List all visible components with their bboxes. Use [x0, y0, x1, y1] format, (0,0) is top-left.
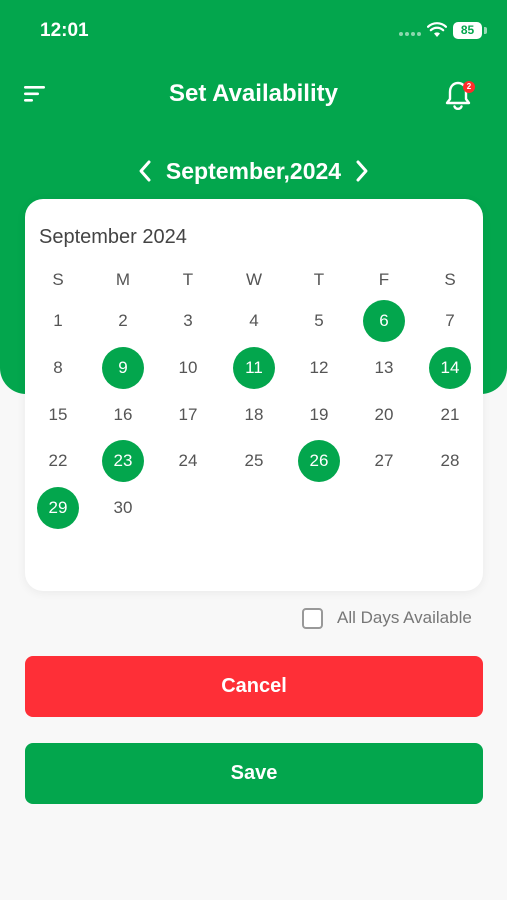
calendar-day[interactable]: 18	[234, 395, 274, 435]
signal-icon	[399, 32, 423, 36]
weekday-label: S	[52, 270, 64, 289]
calendar-day[interactable]: 12	[299, 348, 339, 388]
calendar-day-selected[interactable]: 9	[102, 347, 144, 389]
calendar-title: September 2024	[39, 226, 187, 248]
weekday-label: T	[313, 270, 325, 289]
calendar-day[interactable]: 1	[38, 301, 78, 341]
save-button[interactable]: Save	[25, 743, 483, 804]
calendar-day[interactable]: 28	[430, 441, 470, 481]
status-time: 12:01	[40, 20, 89, 41]
calendar-day[interactable]: 20	[364, 395, 404, 435]
calendar-card: September 2024 S M T W T F S 1 2 3 4 5 6 7 8 9 10 11 12 13 1…	[25, 199, 483, 591]
wifi-icon	[427, 22, 447, 37]
calendar-day[interactable]: 8	[38, 348, 78, 388]
previous-month-icon[interactable]	[134, 158, 156, 184]
notification-badge: 2	[463, 81, 475, 93]
calendar-day[interactable]: 17	[168, 395, 208, 435]
weekday-label: F	[378, 270, 390, 289]
page-title: Set Availability	[169, 80, 338, 107]
battery-indicator: 85	[453, 22, 482, 39]
weekday-label: W	[245, 270, 263, 289]
calendar-day[interactable]: 5	[299, 301, 339, 341]
calendar-day[interactable]: 24	[168, 441, 208, 481]
calendar-day-selected[interactable]: 14	[429, 347, 471, 389]
calendar-day[interactable]: 19	[299, 395, 339, 435]
calendar-day-selected[interactable]: 11	[233, 347, 275, 389]
weekday-label: S	[444, 270, 456, 289]
calendar-day[interactable]: 30	[103, 488, 143, 528]
calendar-day-selected[interactable]: 26	[298, 440, 340, 482]
calendar-day[interactable]: 13	[364, 348, 404, 388]
calendar-day[interactable]: 25	[234, 441, 274, 481]
weekday-label: T	[182, 270, 194, 289]
all-days-label: All Days Available	[337, 608, 472, 627]
calendar-day[interactable]: 21	[430, 395, 470, 435]
all-days-available-option[interactable]: All Days Available	[302, 606, 472, 630]
all-days-checkbox[interactable]	[302, 607, 323, 629]
next-month-icon[interactable]	[351, 158, 373, 184]
month-navigation: September,2024	[0, 155, 507, 187]
cancel-button[interactable]: Cancel	[25, 656, 483, 717]
calendar-day[interactable]: 16	[103, 395, 143, 435]
calendar-day-selected[interactable]: 6	[363, 300, 405, 342]
calendar-day-selected[interactable]: 23	[102, 440, 144, 482]
calendar-day[interactable]: 27	[364, 441, 404, 481]
weekday-label: M	[115, 270, 131, 289]
calendar-day[interactable]: 7	[430, 301, 470, 341]
calendar-day[interactable]: 10	[168, 348, 208, 388]
calendar-day[interactable]: 2	[103, 301, 143, 341]
status-bar: 12:01 85	[0, 0, 507, 62]
calendar-day[interactable]: 3	[168, 301, 208, 341]
calendar-day[interactable]: 4	[234, 301, 274, 341]
month-label: September,2024	[165, 157, 342, 184]
battery-tip	[484, 27, 487, 34]
calendar-day[interactable]: 22	[38, 441, 78, 481]
calendar-day[interactable]: 15	[38, 395, 78, 435]
calendar-day-selected[interactable]: 29	[37, 487, 79, 529]
